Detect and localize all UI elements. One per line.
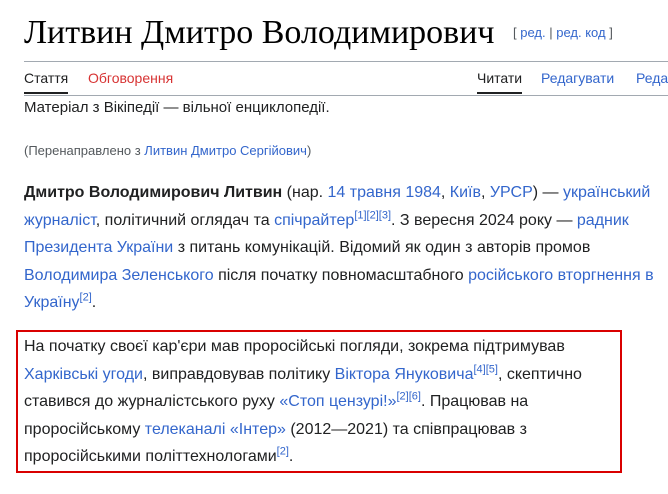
ref-link[interactable]: [2] xyxy=(367,209,379,221)
text: . xyxy=(288,448,294,465)
redirect-notice: (Перенаправлено з Литвин Дмитро Сергійов… xyxy=(24,143,311,158)
edit-source-link[interactable]: ред. код xyxy=(556,25,605,40)
title-row: Литвин Дмитро Володимирович [ ред. | ред… xyxy=(24,14,613,52)
text: з питань комунікацій. Відомий як один з … xyxy=(173,239,591,256)
link-stop-censorship[interactable]: «Стоп цензурі!» xyxy=(279,393,396,410)
career-paragraph: На початку своєї кар'єри мав проросійськ… xyxy=(24,333,614,471)
bracket-close: ] xyxy=(609,25,613,40)
ref-link[interactable]: [3] xyxy=(379,209,391,221)
redirect-suffix: ) xyxy=(306,143,312,158)
redirect-link[interactable]: Литвин Дмитро Сергійович xyxy=(144,143,307,158)
text: На початку своєї кар'єри мав проросійськ… xyxy=(24,338,565,355)
text: , виправдовував політику xyxy=(142,365,335,383)
redirect-prefix: (Перенаправлено з xyxy=(24,143,145,158)
subject-name: Дмитро Володимирович Литвин xyxy=(24,184,283,201)
edit-link[interactable]: ред. xyxy=(520,25,545,40)
text: . З вересня 2024 року — xyxy=(391,211,577,229)
link-yanukovych[interactable]: Віктора Януковича xyxy=(335,366,474,383)
tab-article[interactable]: Стаття xyxy=(24,70,69,94)
text: (нар. xyxy=(282,184,328,201)
text: , політичний оглядач та xyxy=(95,211,275,229)
ref-link[interactable]: [5] xyxy=(486,363,498,375)
ref-link[interactable]: [6] xyxy=(409,391,421,403)
link-city[interactable]: Київ xyxy=(450,184,481,201)
ref-link[interactable]: [2] xyxy=(396,391,408,403)
bracket-open: [ xyxy=(512,25,517,40)
text: після початку повномасштабного xyxy=(213,266,469,284)
link-birth-date[interactable]: 14 травня 1984 xyxy=(328,184,441,201)
separator: | xyxy=(549,25,553,40)
tab-read[interactable]: Читати xyxy=(477,70,523,94)
text: . xyxy=(91,294,97,311)
link-country[interactable]: УРСР xyxy=(490,184,533,201)
ref-link[interactable]: [1] xyxy=(354,209,366,221)
lead-paragraph: Дмитро Володимирович Литвин (нар. 14 тра… xyxy=(24,179,654,317)
text: ) — xyxy=(532,184,563,201)
edit-links: [ ред. | ред. код ] xyxy=(513,25,613,40)
site-tagline: Матеріал з Вікіпедії — вільної енциклопе… xyxy=(24,99,330,116)
title-divider xyxy=(24,61,668,62)
text: , xyxy=(481,184,490,201)
ref-link[interactable]: [2] xyxy=(80,292,92,304)
page-title: Литвин Дмитро Володимирович xyxy=(24,14,495,51)
ref-link[interactable]: [4] xyxy=(473,363,485,375)
text: , xyxy=(440,184,450,201)
tab-edit-source[interactable]: Реда xyxy=(636,70,668,92)
page-tabs: Стаття Обговорення Читати Редагувати Ред… xyxy=(24,70,668,96)
link-speechwriter[interactable]: спічрайтер xyxy=(274,212,354,229)
tab-edit[interactable]: Редагувати xyxy=(541,70,614,92)
ref-link[interactable]: [2] xyxy=(277,446,289,458)
link-zelensky[interactable]: Володимира Зеленського xyxy=(24,267,214,284)
link-inter-channel[interactable]: телеканалі «Інтер» xyxy=(145,421,286,438)
link-kharkiv-accords[interactable]: Харківські угоди xyxy=(24,366,143,383)
tabs-divider xyxy=(24,95,668,96)
tab-talk[interactable]: Обговорення xyxy=(88,70,173,92)
